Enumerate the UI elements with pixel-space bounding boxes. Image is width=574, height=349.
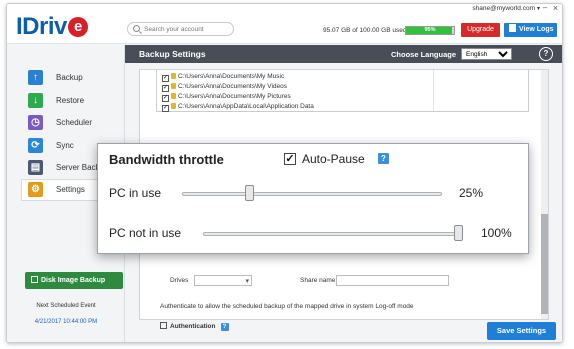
language-select[interactable]: English [461,48,512,60]
sidebar-item-label: Backup [56,73,83,82]
search-input[interactable] [144,24,230,34]
throttle-slider-track[interactable] [182,192,442,196]
authentication-help-icon[interactable]: ? [220,323,229,331]
sidebar-item-label: Settings [56,185,85,194]
throttle-value: 25% [459,186,484,200]
sidebar-item-label: Sync [56,141,74,150]
sync-icon: ⟳ [28,138,43,153]
auto-pause-checkbox[interactable]: ✓ [284,153,296,165]
folder-path: C:\Users\Anna\Documents\My Music [178,73,285,80]
folder-list: ✓ C:\Users\Anna\Documents\My Music ✓ C:\Use… [156,70,529,112]
clock-icon: ◷ [28,115,43,130]
folder-lock-icon [171,73,176,79]
scrollbar-thumb[interactable] [541,214,548,314]
sidebar-item-label: Server Back [56,163,100,172]
minimize-icon[interactable]: – [541,4,549,13]
throttle-slider-track[interactable] [203,232,463,236]
folder-row: ✓ C:\Users\Anna\Documents\My Pictures [162,93,291,103]
authentication-row: Authentication? [160,322,229,331]
authentication-label: Authentication [170,323,216,330]
close-icon[interactable]: × [551,4,560,13]
sidebar-item-label: Scheduler [56,118,93,127]
arrow-down-icon: ↓ [28,93,43,108]
app-header: IDrive shane@myworld.com – × 95.07 GB of… [7,4,562,44]
logs-icon [509,24,516,32]
page-title: Backup Settings [139,49,206,59]
folder-lock-icon [171,103,176,109]
sidebar-item-restore[interactable]: ↓ Restore [21,90,125,112]
folder-path: C:\Users\Anna\AppData\Local\Application … [178,103,314,110]
folder-row: ✓ C:\Users\Anna\Documents\My Music [162,73,284,83]
disk-image-backup-button[interactable]: Disk Image Backup [25,272,123,289]
folder-lock-icon [171,93,176,99]
drives-label: Drives [170,277,189,284]
settings-title-bar: Backup Settings Choose Language English … [125,45,562,63]
folder-checkbox[interactable]: ✓ [162,85,169,92]
user-email-menu[interactable]: shane@myworld.com [472,5,540,12]
search-icon [133,25,140,32]
save-settings-button[interactable]: Save Settings [487,322,556,340]
bandwidth-throttle-panel: Bandwidth throttle ✓ Auto-Pause ? PC in … [97,143,529,254]
scrollbar[interactable] [541,70,548,319]
idrive-logo: IDriv e [16,13,88,41]
column-divider [433,70,434,111]
authentication-checkbox[interactable] [160,322,167,329]
folder-checkbox[interactable]: ✓ [162,75,169,82]
folder-path: C:\Users\Anna\Documents\My Pictures [178,93,291,100]
folder-row: ✓ C:\Users\Anna\Documents\My Videos [162,83,287,93]
storage-usage-bar: 95% [405,26,455,35]
drives-select[interactable] [194,275,252,286]
folder-path: C:\Users\Anna\Documents\My Videos [178,83,287,90]
language-label: Choose Language [391,50,457,59]
sidebar-item-label: Restore [56,96,85,105]
bandwidth-throttle-title: Bandwidth throttle [109,152,224,167]
auto-pause-help-icon[interactable]: ? [378,153,389,164]
view-logs-button[interactable]: View Logs [504,23,557,37]
authentication-note: Authenticate to allow the scheduled back… [160,303,414,310]
sidebar-item-backup[interactable]: ↑ Backup [21,67,125,89]
throttle-slider-thumb[interactable] [454,225,463,241]
upgrade-button[interactable]: Upgrade [461,23,500,37]
storage-usage-text: 95.07 GB of 100.00 GB used [323,27,407,34]
gear-icon: ⚙ [28,182,43,197]
next-event-date[interactable]: 4/21/2017 10:44:00 PM [7,319,125,325]
next-event-label: Next Scheduled Event [36,303,96,309]
server-icon: ▤ [28,160,43,175]
arrow-up-icon: ↑ [28,70,43,85]
throttle-row-label: PC in use [109,186,162,200]
folder-checkbox[interactable]: ✓ [162,105,169,112]
throttle-row-label: PC not in use [109,226,182,240]
search-box[interactable] [127,22,234,36]
share-name-input[interactable] [336,275,449,286]
sidebar-item-scheduler[interactable]: ◷ Scheduler [21,112,125,134]
auto-pause-label: Auto-Pause [302,152,365,166]
storage-usage-percent: 95% [424,27,436,33]
folder-checkbox[interactable]: ✓ [162,95,169,102]
folder-row: ✓ C:\Users\Anna\AppData\Local\Application… [162,103,314,113]
help-icon[interactable]: ? [539,47,553,61]
throttle-value: 100% [481,226,512,240]
throttle-slider-thumb[interactable] [245,185,254,201]
share-name-label: Share name [300,277,336,284]
disk-image-icon [31,276,38,283]
folder-lock-icon [171,83,176,89]
